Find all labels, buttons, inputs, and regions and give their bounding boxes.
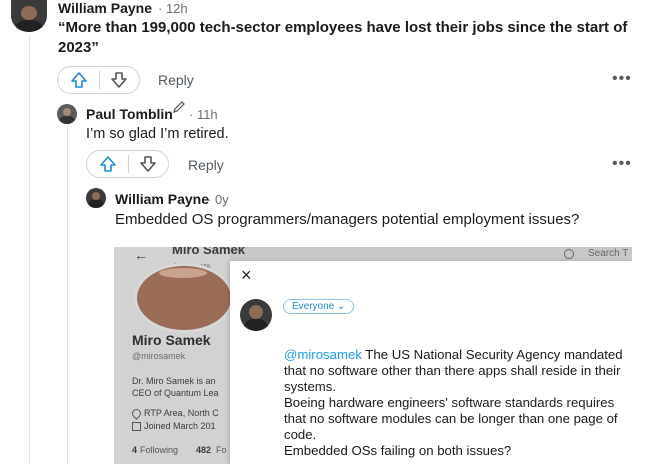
profile-bio: Dr. Miro Samek is an (132, 376, 216, 386)
upvote-arrow-icon (71, 72, 87, 88)
downvote-arrow-icon (140, 156, 156, 172)
tweet-line: @mirosamek The US National Security Agen… (284, 347, 623, 394)
vote-control (86, 150, 169, 178)
profile-handle: @mirosamek (132, 351, 186, 361)
tweet-line: Boeing hardware engineers' software stan… (284, 395, 618, 442)
pencil-icon (172, 100, 186, 119)
comment-author[interactable]: William Payne (115, 191, 209, 207)
location-icon (130, 407, 143, 420)
downvote-button[interactable] (131, 151, 165, 177)
following-count: 4 (132, 445, 138, 455)
tweet-compose-card: × Everyone ⌄ @mirosamek The US National … (230, 261, 632, 464)
avatar[interactable] (11, 0, 47, 32)
upvote-button[interactable] (62, 67, 96, 93)
comment-text: Embedded OS programmers/managers potenti… (115, 211, 580, 228)
comment-time: · 12h (158, 1, 188, 16)
upvote-arrow-icon (100, 156, 116, 172)
audience-selector[interactable]: Everyone ⌄ (283, 299, 355, 314)
vote-control (57, 66, 140, 94)
more-options-button[interactable]: ••• (612, 70, 632, 88)
comment-time: · 11h (189, 107, 218, 122)
profile-photo (134, 263, 234, 333)
comment-text: “More than 199,000 tech-sector employees… (58, 19, 628, 56)
thread-line (29, 36, 30, 464)
reply-button[interactable]: Reply (188, 157, 224, 173)
followers-label: Fo (216, 445, 227, 455)
embedded-screenshot[interactable]: ← Miro Samek 41 Tweets Miro Samek @miros… (114, 247, 632, 464)
more-options-button[interactable]: ••• (612, 155, 632, 173)
calendar-icon (132, 422, 141, 431)
avatar[interactable] (86, 188, 106, 208)
avatar[interactable] (57, 104, 77, 124)
followers-count: 482 (196, 445, 212, 455)
thread-line (67, 124, 68, 464)
downvote-button[interactable] (102, 67, 136, 93)
profile-bio: CEO of Quantum Lea (132, 388, 219, 398)
profile-display-name: Miro Samek (132, 332, 211, 348)
comment-time: · 0y (207, 192, 229, 207)
comment-author[interactable]: William Payne (58, 0, 152, 16)
profile-location: RTP Area, North C (144, 408, 219, 418)
twitter-profile-panel: ← Miro Samek 41 Tweets Miro Samek @miros… (114, 247, 245, 464)
back-arrow-icon: ← (134, 247, 148, 263)
search-icon (564, 249, 574, 259)
profile-joined: Joined March 201 (144, 421, 216, 431)
search-placeholder: Search T (588, 248, 629, 259)
downvote-arrow-icon (111, 72, 127, 88)
tweet-mention[interactable]: @mirosamek (284, 347, 362, 362)
comment-text: I’m so glad I’m retired. (86, 126, 229, 142)
close-icon[interactable]: × (241, 265, 252, 286)
tweet-text: @mirosamek The US National Security Agen… (284, 347, 624, 459)
avatar (240, 299, 272, 331)
upvote-button[interactable] (91, 151, 125, 177)
reply-button[interactable]: Reply (158, 72, 194, 88)
profile-header-name: Miro Samek (172, 247, 245, 257)
tweet-line: Embedded OSs failing on both issues? (284, 443, 512, 458)
following-label: Following (140, 445, 179, 455)
comment-author[interactable]: Paul Tomblin (86, 106, 173, 122)
